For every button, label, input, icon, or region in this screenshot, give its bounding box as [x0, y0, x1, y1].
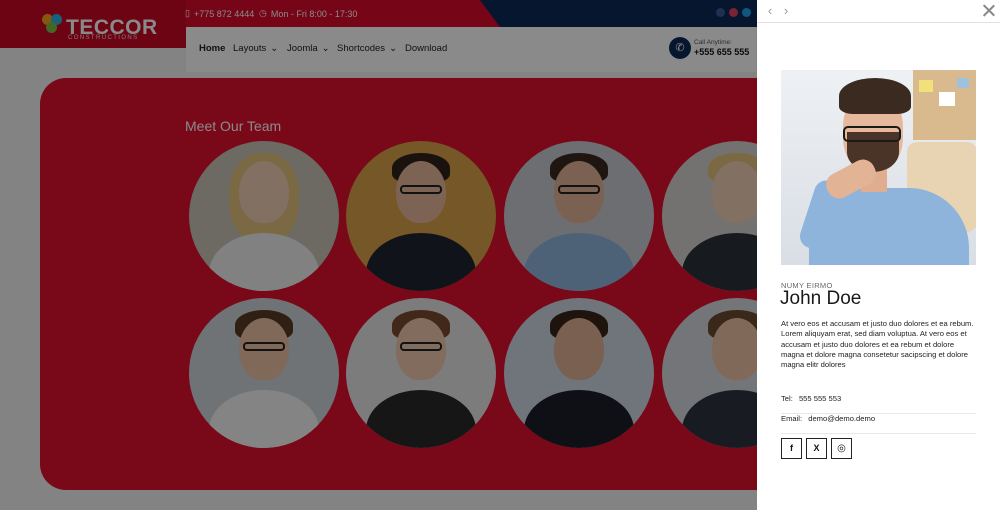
x-icon[interactable]: X [806, 438, 827, 459]
facebook-icon[interactable]: f [781, 438, 802, 459]
member-photo [781, 70, 976, 265]
tel-value[interactable]: 555 555 553 [799, 394, 841, 403]
modal-header: ‹ › [757, 0, 1000, 23]
chevron-right-icon[interactable]: › [779, 4, 793, 18]
email-label: Email: [781, 414, 803, 423]
tel-label: Tel: [781, 394, 793, 403]
member-bio: At vero eos et accusam et justo duo dolo… [781, 319, 974, 370]
member-email-row: Email: demo@demo.demo [781, 414, 976, 434]
instagram-icon[interactable]: ◎ [831, 438, 852, 459]
close-icon[interactable] [981, 3, 996, 18]
member-name: John Doe [780, 288, 862, 309]
member-tel-row: Tel: 555 555 553 [781, 394, 976, 414]
email-value[interactable]: demo@demo.demo [808, 414, 875, 423]
chevron-left-icon[interactable]: ‹ [763, 4, 777, 18]
team-member-modal: ‹ › NUMY EIRMO John Doe At vero eos et a… [757, 0, 1000, 510]
